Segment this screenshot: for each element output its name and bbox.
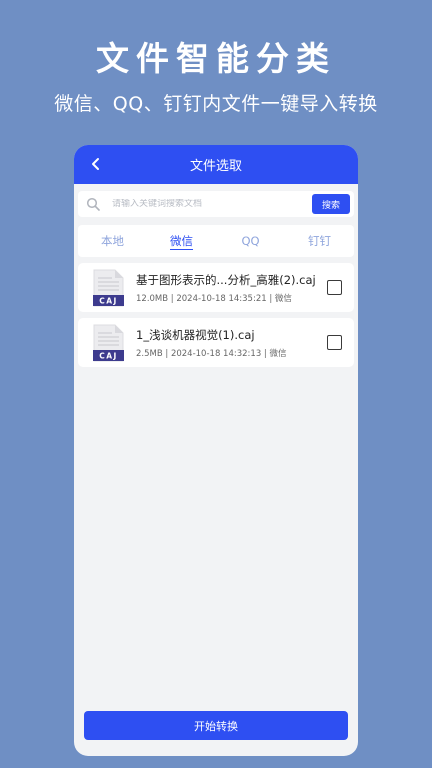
file-list: CAJ 基于图形表示的...分析_高雅(2).caj 12.0MB | 2024… xyxy=(74,263,358,367)
file-type-label: CAJ xyxy=(99,352,118,361)
tab-qq-label: QQ xyxy=(241,234,260,248)
start-convert-button[interactable]: 开始转换 xyxy=(84,711,348,740)
tab-wechat-label: 微信 xyxy=(170,234,193,250)
search-icon xyxy=(86,197,100,211)
back-arrow-icon[interactable] xyxy=(89,157,103,171)
file-name: 基于图形表示的...分析_高雅(2).caj xyxy=(136,273,316,287)
file-meta: 2.5MB | 2024-10-18 14:32:13 | 微信 xyxy=(136,349,287,359)
file-meta: 12.0MB | 2024-10-18 14:35:21 | 微信 xyxy=(136,294,292,304)
search-button[interactable]: 搜索 xyxy=(312,194,350,214)
promo-subline: 微信、QQ、钉钉内文件一键导入转换 xyxy=(54,93,378,115)
caj-file-icon: CAJ xyxy=(93,324,124,362)
tab-dingtalk[interactable]: 钉钉 xyxy=(285,231,354,251)
list-item[interactable]: CAJ 基于图形表示的...分析_高雅(2).caj 12.0MB | 2024… xyxy=(78,263,354,312)
file-name: 1_浅谈机器视觉(1).caj xyxy=(136,328,255,342)
search-input[interactable] xyxy=(112,199,302,209)
select-checkbox[interactable] xyxy=(327,335,342,350)
page-title: 文件选取 xyxy=(189,159,242,174)
tab-local-label: 本地 xyxy=(101,234,124,248)
search-bar: 搜索 xyxy=(78,191,354,217)
tab-wechat[interactable]: 微信 xyxy=(147,231,216,251)
title-bar: 文件选取 xyxy=(74,145,358,184)
source-tabs: 本地 微信 QQ 钉钉 xyxy=(78,225,354,257)
tab-local[interactable]: 本地 xyxy=(78,231,147,251)
select-checkbox[interactable] xyxy=(327,280,342,295)
caj-file-icon: CAJ xyxy=(93,269,124,307)
tab-qq[interactable]: QQ xyxy=(216,231,285,251)
promo-headline: 文件智能分类 xyxy=(96,39,336,78)
file-type-label: CAJ xyxy=(99,297,118,306)
phone-screen: 文件选取 搜索 本地 微信 QQ 钉钉 CAJ 基于图形表示的... xyxy=(74,145,358,756)
tab-dingtalk-label: 钉钉 xyxy=(308,234,331,248)
list-item[interactable]: CAJ 1_浅谈机器视觉(1).caj 2.5MB | 2024-10-18 1… xyxy=(78,318,354,367)
